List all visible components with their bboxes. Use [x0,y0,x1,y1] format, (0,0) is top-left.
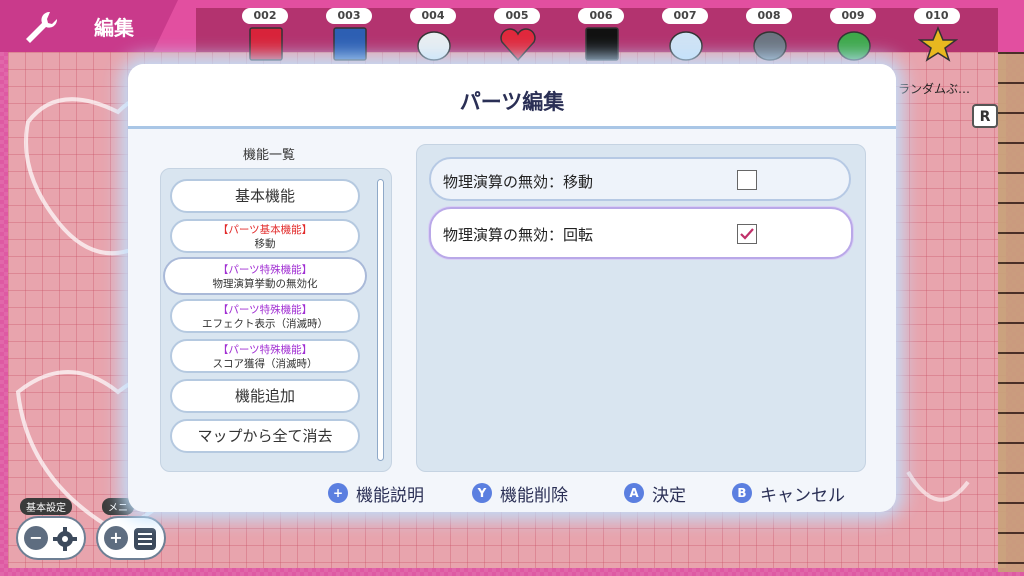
add-function-button[interactable]: 機能追加 [170,379,360,413]
list-item-label: エフェクト表示（消滅時） [202,318,328,330]
part-slot[interactable]: 010 [908,8,968,62]
part-number: 003 [326,8,372,24]
part-number: 009 [830,8,876,24]
list-icon [134,528,156,550]
star-icon [918,26,958,62]
gear-icon [53,527,77,551]
list-item-tag: 【パーツ基本機能】 [217,224,313,236]
y-key-icon: Y [472,483,492,503]
wolf-icon [753,31,787,61]
part-slot[interactable]: 005 [488,8,548,62]
list-item-basic[interactable]: 基本機能 [170,179,360,213]
part-number: 004 [410,8,456,24]
part-slot[interactable]: 002 [236,8,296,61]
delete-action[interactable]: Y 機能削除 [472,480,568,506]
list-item-label: 物理演算挙動の無効化 [212,278,318,290]
minus-icon: − [24,526,48,550]
part-number: 002 [242,8,288,24]
wrench-icon [26,11,58,43]
heart-icon [500,28,536,62]
gear-block-icon [333,27,367,61]
help-action[interactable]: + 機能説明 [328,480,424,506]
angel-dog-icon [669,31,703,61]
list-item-label: 移動 [254,238,276,250]
part-slot[interactable]: 006 [572,8,632,61]
part-slot[interactable]: 008 [740,8,800,61]
part-number: 006 [578,8,624,24]
function-list-caption: 機能一覧 [243,148,296,163]
part-number: 005 [494,8,540,24]
action-label: キャンセル [760,485,845,506]
list-item-tag: 【パーツ特殊機能】 [217,304,313,316]
action-label: 決定 [652,485,686,506]
random-label: ランダムぶ… [898,82,971,96]
seal-icon [417,31,451,61]
options-panel: 物理演算の無効：移動 物理演算の無効：回転 [416,144,866,472]
part-number: 010 [914,8,960,24]
option-disable-move[interactable]: 物理演算の無効：移動 [429,157,851,201]
a-key-icon: A [624,483,644,503]
list-item-physics-disable[interactable]: 【パーツ特殊機能】 物理演算挙動の無効化 [165,259,365,293]
function-list-panel: 基本機能 【パーツ基本機能】 移動 【パーツ特殊機能】 物理演算挙動の無効化 【… [160,168,392,472]
list-scrollbar[interactable] [377,179,384,461]
part-number: 008 [746,8,792,24]
clear-map-button[interactable]: マップから全て消去 [170,419,360,453]
option-label: 物理演算の無効：回転 [443,226,594,244]
list-item-move[interactable]: 【パーツ基本機能】 移動 [170,219,360,253]
b-key-icon: B [732,483,752,503]
page-title: 編集 [94,16,134,40]
plus-icon: + [104,526,128,550]
settings-button[interactable]: − [16,516,86,560]
black-frame-icon [585,27,619,61]
plus-key-icon: + [328,483,348,503]
part-slot[interactable]: 007 [656,8,716,61]
menu-button[interactable]: + [96,516,166,560]
part-number: 007 [662,8,708,24]
part-slot[interactable]: 004 [404,8,464,61]
parts-edit-dialog: パーツ編集 機能一覧 基本機能 【パーツ基本機能】 移動 【パーツ特殊機能】 物… [128,64,896,512]
r-button[interactable]: R [972,104,998,128]
action-label: 機能削除 [500,485,568,506]
list-item-score[interactable]: 【パーツ特殊機能】 スコア獲得（消滅時） [170,339,360,373]
dialog-title: パーツ編集 [459,90,565,114]
action-label: 機能説明 [356,485,424,506]
part-slot[interactable]: 003 [320,8,380,61]
option-disable-rotate[interactable]: 物理演算の無効：回転 [429,207,853,259]
confirm-action[interactable]: A 決定 [624,480,686,506]
cancel-action[interactable]: B キャンセル [732,480,845,506]
list-item-tag: 【パーツ特殊機能】 [217,264,313,276]
option-label: 物理演算の無効：移動 [443,173,594,191]
checkbox-disable-move[interactable] [737,170,757,190]
ruler [998,52,1024,572]
frog-icon [837,31,871,61]
checkbox-disable-rotate[interactable] [737,224,757,244]
list-item-effect[interactable]: 【パーツ特殊機能】 エフェクト表示（消滅時） [170,299,360,333]
header-divider [128,126,896,129]
list-item-label: マップから全て消去 [197,427,333,445]
list-item-tag: 【パーツ特殊機能】 [217,344,313,356]
dialog-footer: + 機能説明 Y 機能削除 A 決定 B キャンセル [128,480,896,510]
part-slot[interactable]: 009 [824,8,884,61]
settings-label: 基本設定 [20,498,72,515]
red-block-icon [249,27,283,61]
list-item-label: スコア獲得（消滅時） [212,358,318,370]
list-item-label: 機能追加 [234,387,295,405]
check-icon [740,228,754,240]
list-item-label: 基本機能 [234,187,295,205]
